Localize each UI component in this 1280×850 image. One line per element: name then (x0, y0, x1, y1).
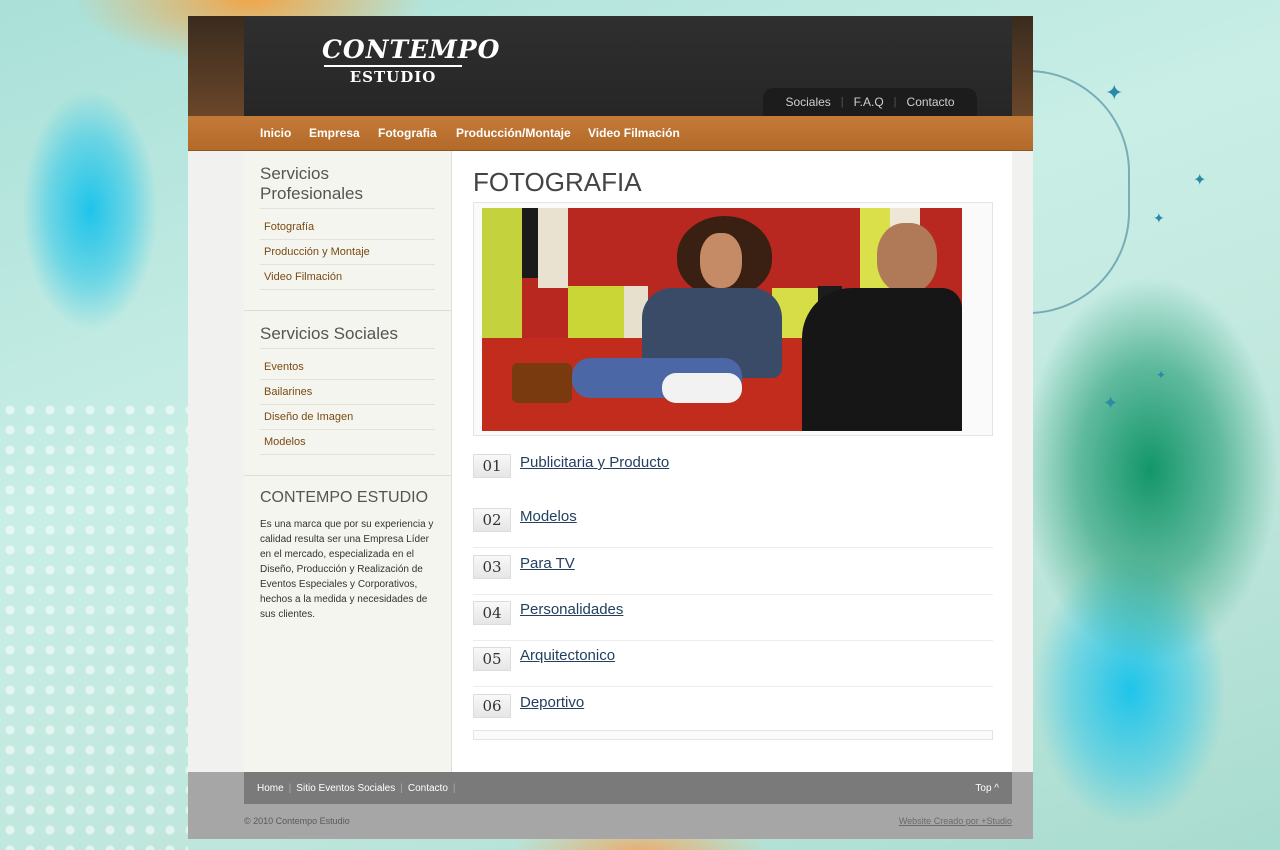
sidebar-section-about: CONTEMPO ESTUDIO Es una marca que por su… (244, 476, 451, 642)
item-number: 03 (473, 555, 511, 579)
item-number: 05 (473, 647, 511, 671)
item-link-modelos[interactable]: Modelos (520, 508, 577, 525)
sidebar-heading: Servicios Sociales (260, 324, 435, 349)
nav-item-fotografia[interactable]: Fotografia (378, 126, 437, 140)
page-title: FOTOGRAFIA (473, 167, 642, 197)
item-link-deportivo[interactable]: Deportivo (520, 694, 584, 711)
featured-photo-frame (473, 202, 993, 436)
background-dot-pattern (0, 400, 188, 850)
background-star-icon: ✦ (1105, 80, 1124, 105)
sidebar-item-produccion-montaje[interactable]: Producción y Montaje (260, 240, 435, 265)
sidebar-item-fotografia[interactable]: Fotografía (260, 215, 435, 240)
header-side-left (188, 16, 244, 116)
header-side-right (1012, 16, 1033, 116)
item-number: 02 (473, 508, 511, 532)
sidebar-item-diseno-imagen[interactable]: Diseño de Imagen (260, 405, 435, 430)
page-container: CONTEMPO ESTUDIO Sociales | F.A.Q | Cont… (188, 16, 1033, 839)
item-number: 01 (473, 454, 511, 478)
content-bottom-bar (473, 730, 993, 740)
footer-link-contacto[interactable]: Contacto (408, 783, 448, 794)
item-number: 06 (473, 694, 511, 718)
main-content: FOTOGRAFIA 01 Publicitaria y Producto 02… (452, 151, 1012, 772)
sidebar-item-bailarines[interactable]: Bailarines (260, 380, 435, 405)
background-star-icon: ✦ (1103, 393, 1119, 413)
footer-separator: | (288, 783, 292, 794)
nav-item-video-filmacion[interactable]: Video Filmación (588, 126, 680, 140)
footer-separator: | (400, 783, 403, 794)
list-item: 05 Arquitectonico (473, 640, 993, 687)
copyright-text: © 2010 Contempo Estudio (244, 816, 350, 826)
back-to-top-link[interactable]: Top ^ (975, 783, 999, 794)
footer-links: Home | Sitio Eventos Sociales | Contacto | (257, 783, 461, 794)
sidebar: Servicios Profesionales Fotografía Produ… (244, 151, 452, 772)
item-link-para-tv[interactable]: Para TV (520, 555, 575, 572)
credit-link[interactable]: Website Creado por +Studio (899, 816, 1012, 826)
list-item: 01 Publicitaria y Producto (473, 447, 993, 493)
nav-item-produccion-montaje[interactable]: Producción/Montaje (456, 126, 571, 140)
footer-link-eventos-sociales[interactable]: Sitio Eventos Sociales (296, 783, 395, 794)
logo-line-1: CONTEMPO (322, 35, 501, 64)
list-item: 06 Deportivo (473, 687, 993, 733)
sidebar-section-sociales: Servicios Sociales Eventos Bailarines Di… (244, 311, 451, 476)
footer-link-home[interactable]: Home (257, 783, 284, 794)
top-link-sociales[interactable]: Sociales (775, 95, 840, 109)
sidebar-section-profesionales: Servicios Profesionales Fotografía Produ… (244, 151, 451, 311)
about-text: Es una marca que por su experiencia y ca… (260, 519, 434, 620)
sidebar-item-video-filmacion[interactable]: Video Filmación (260, 265, 435, 290)
item-link-arquitectonico[interactable]: Arquitectonico (520, 647, 615, 664)
featured-photo (482, 208, 962, 431)
sidebar-item-eventos[interactable]: Eventos (260, 355, 435, 380)
site-footer: Home | Sitio Eventos Sociales | Contacto | To… (188, 772, 1033, 839)
main-nav: Inicio Empresa Fotografia Producción/Mon… (188, 116, 1033, 151)
nav-item-inicio[interactable]: Inicio (260, 126, 291, 140)
site-logo[interactable]: CONTEMPO ESTUDIO (322, 35, 501, 87)
top-link-contacto[interactable]: Contacto (897, 95, 965, 109)
sidebar-item-modelos[interactable]: Modelos (260, 430, 435, 455)
logo-rule (324, 65, 462, 67)
sidebar-heading: Servicios Profesionales (260, 164, 435, 209)
background-swirl-ornament (1028, 70, 1130, 314)
item-number: 04 (473, 601, 511, 625)
footer-separator: | (452, 783, 456, 794)
logo-line-2: ESTUDIO (349, 68, 437, 86)
background-star-icon: ✦ (1193, 172, 1207, 189)
item-link-publicitaria[interactable]: Publicitaria y Producto (520, 454, 669, 471)
list-item: 03 Para TV (473, 548, 993, 595)
background-star-icon: ✦ (1153, 210, 1165, 226)
top-link-faq[interactable]: F.A.Q (844, 95, 894, 109)
background-star-icon: ✦ (1156, 368, 1167, 382)
top-links: Sociales | F.A.Q | Contacto (763, 88, 977, 116)
site-header: CONTEMPO ESTUDIO Sociales | F.A.Q | Cont… (188, 16, 1033, 116)
nav-item-empresa[interactable]: Empresa (309, 126, 360, 140)
footer-bar: Home | Sitio Eventos Sociales | Contacto | To… (244, 772, 1012, 804)
list-item: 02 Modelos (473, 501, 993, 548)
list-item: 04 Personalidades (473, 594, 993, 641)
sidebar-heading: CONTEMPO ESTUDIO (260, 489, 429, 506)
item-link-personalidades[interactable]: Personalidades (520, 601, 623, 618)
